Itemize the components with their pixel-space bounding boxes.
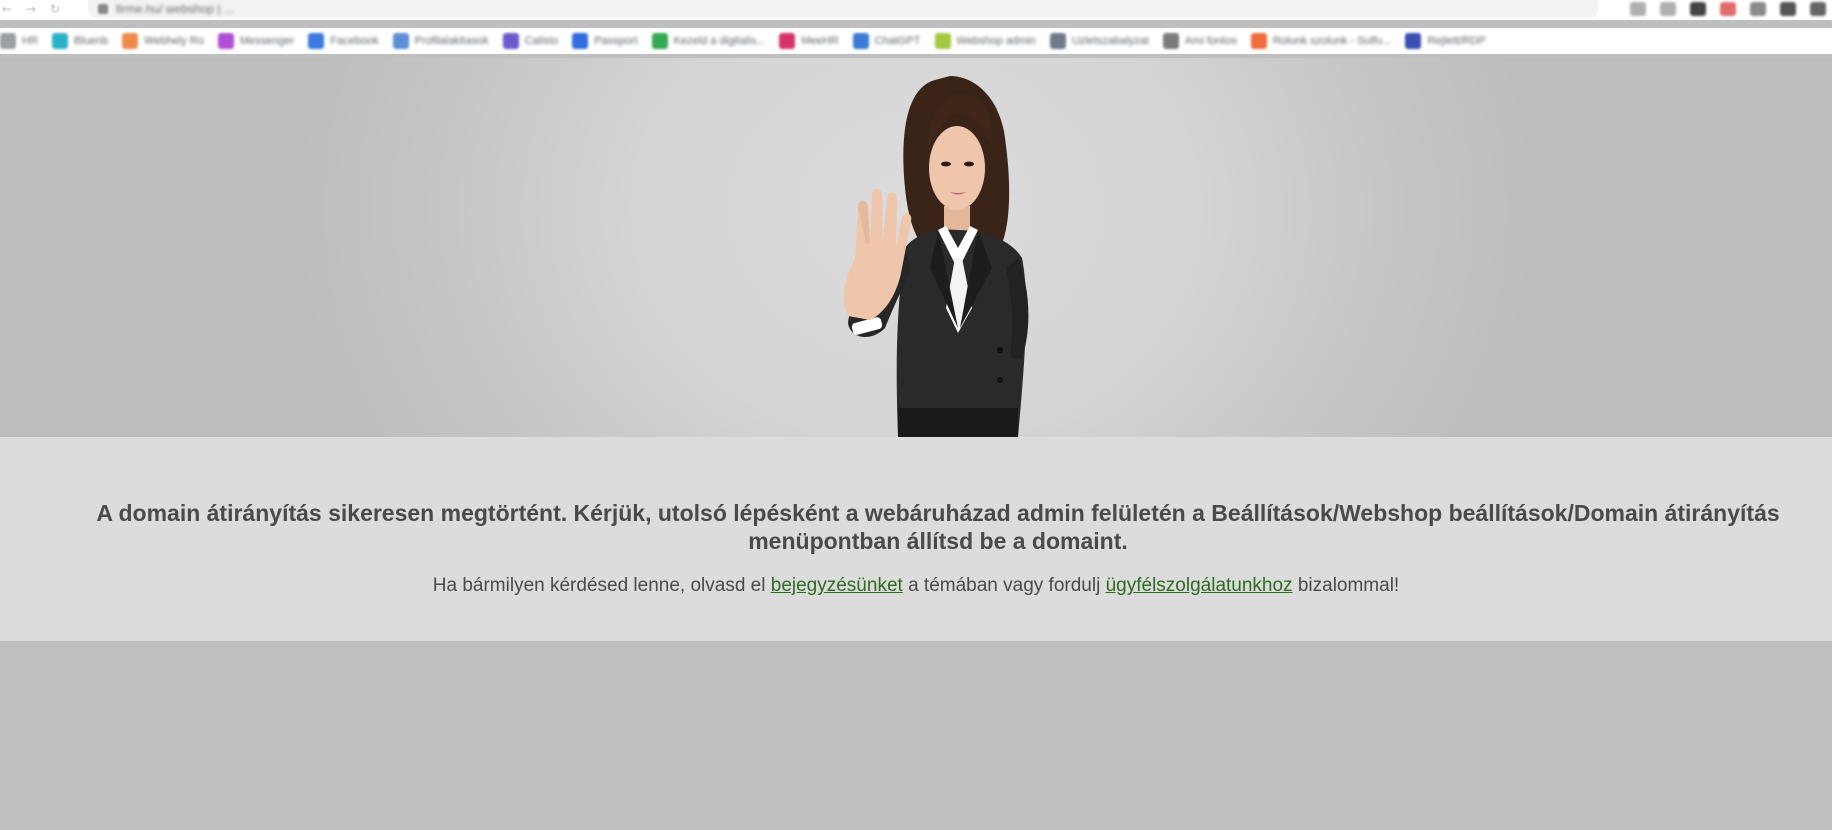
bookmark-item[interactable]: Rolunk szolunk - Sulfu... — [1250, 33, 1392, 49]
extension-icon[interactable] — [1660, 2, 1676, 16]
customer-service-link[interactable]: ügyfélszolgálatunkhoz — [1106, 575, 1293, 596]
extension-icons — [1630, 2, 1826, 16]
bookmark-item[interactable]: Webhely Ro — [122, 33, 204, 49]
bookmark-favicon-icon — [308, 33, 325, 49]
bookmark-favicon-icon — [651, 33, 668, 49]
bookmark-label: Rejtett/RDP — [1427, 35, 1486, 47]
bookmark-item[interactable]: HR — [0, 33, 38, 49]
extension-icon[interactable] — [1690, 2, 1706, 16]
bookmark-item[interactable]: Ami fontos — [1162, 33, 1237, 49]
bookmark-favicon-icon — [852, 33, 869, 49]
bookmark-favicon-icon — [392, 33, 409, 49]
browser-nav-controls: ← → ↻ — [0, 2, 62, 16]
bookmark-item[interactable]: MeeHR — [779, 33, 839, 49]
browser-top-bar: ← → ↻ firme.hu/ webshop | ... — [0, 0, 1832, 20]
bookmark-favicon-icon — [1250, 33, 1267, 49]
bookmark-favicon-icon — [779, 33, 796, 49]
bookmark-favicon-icon — [1162, 33, 1179, 49]
page-content: A domain átirányítás sikeresen megtörtén… — [0, 58, 1832, 830]
back-icon[interactable]: ← — [0, 2, 14, 16]
bookmark-item[interactable]: ChatGPT — [852, 33, 921, 49]
help-text-middle: a témában vagy fordulj — [902, 575, 1106, 596]
bookmark-item[interactable]: Rejtett/RDP — [1405, 33, 1486, 49]
bookmark-label: Calisto — [524, 35, 559, 47]
address-text: firme.hu/ webshop | ... — [116, 2, 234, 16]
bookmark-favicon-icon — [217, 33, 234, 49]
stop-gesture-woman-illustration — [843, 76, 1029, 437]
bookmarks-bar: HR Bluenb Webhely Ro Messenger Facebook Profi… — [0, 28, 1832, 54]
help-text-prefix: Ha bármilyen kérdésed lenne, olvasd el — [432, 575, 771, 596]
extension-icon[interactable] — [1720, 2, 1736, 16]
bookmark-item[interactable]: Calisto — [502, 33, 559, 49]
bookmark-label: Facebook — [330, 35, 379, 47]
bookmark-favicon-icon — [0, 33, 16, 49]
bookmark-favicon-icon — [51, 33, 68, 49]
extension-icon[interactable] — [1780, 2, 1796, 16]
blog-post-link[interactable]: bejegyzésünket — [771, 575, 903, 596]
bookmark-item[interactable]: Webshop admin — [934, 33, 1036, 49]
reload-icon[interactable]: ↻ — [48, 2, 62, 16]
help-text-suffix: bizalommal! — [1292, 575, 1400, 596]
bookmark-label: Kezeld a digitalis... — [673, 35, 766, 47]
hero-banner — [0, 58, 1832, 437]
bookmark-label: MeeHR — [801, 35, 839, 47]
bookmark-favicon-icon — [1049, 33, 1066, 49]
bookmark-label: Messenger — [239, 35, 295, 47]
bookmark-item[interactable]: Uzletszabalyzat — [1049, 33, 1149, 49]
bookmark-label: Webhely Ro — [144, 35, 204, 47]
extension-icon[interactable] — [1630, 2, 1646, 16]
extension-icon[interactable] — [1810, 2, 1826, 16]
bookmark-label: Uzletszabalyzat — [1071, 35, 1149, 47]
bookmark-item[interactable]: Profilalakitasok — [392, 33, 489, 49]
bookmark-favicon-icon — [1405, 33, 1422, 49]
message-panel: A domain átirányítás sikeresen megtörtén… — [0, 437, 1832, 641]
lock-icon — [98, 4, 108, 14]
bookmark-label: Bluenb — [73, 35, 109, 47]
bookmark-favicon-icon — [122, 33, 139, 49]
bookmark-label: Webshop admin — [956, 35, 1036, 47]
bookmark-label: Passport — [594, 35, 638, 47]
success-headline: A domain átirányítás sikeresen megtörtén… — [96, 500, 1780, 554]
bookmark-label: HR — [22, 35, 38, 47]
bookmark-favicon-icon — [934, 33, 951, 49]
extension-icon[interactable] — [1750, 2, 1766, 16]
bookmark-item[interactable]: Kezeld a digitalis... — [651, 33, 766, 49]
bookmark-item[interactable]: Passport — [572, 33, 638, 49]
help-text: Ha bármilyen kérdésed lenne, olvasd el b… — [0, 575, 1832, 597]
bookmark-label: Rolunk szolunk - Sulfu... — [1272, 35, 1392, 47]
address-bar[interactable]: firme.hu/ webshop | ... — [88, 0, 1598, 18]
bookmark-favicon-icon — [572, 33, 589, 49]
bookmark-item[interactable]: Facebook — [308, 33, 379, 49]
bookmark-item[interactable]: Messenger — [217, 33, 295, 49]
bookmark-label: Ami fontos — [1184, 35, 1237, 47]
bookmark-label: ChatGPT — [874, 35, 921, 47]
bookmark-favicon-icon — [502, 33, 519, 49]
bookmark-item[interactable]: Bluenb — [51, 33, 109, 49]
forward-icon[interactable]: → — [24, 2, 38, 16]
bookmark-label: Profilalakitasok — [414, 35, 489, 47]
